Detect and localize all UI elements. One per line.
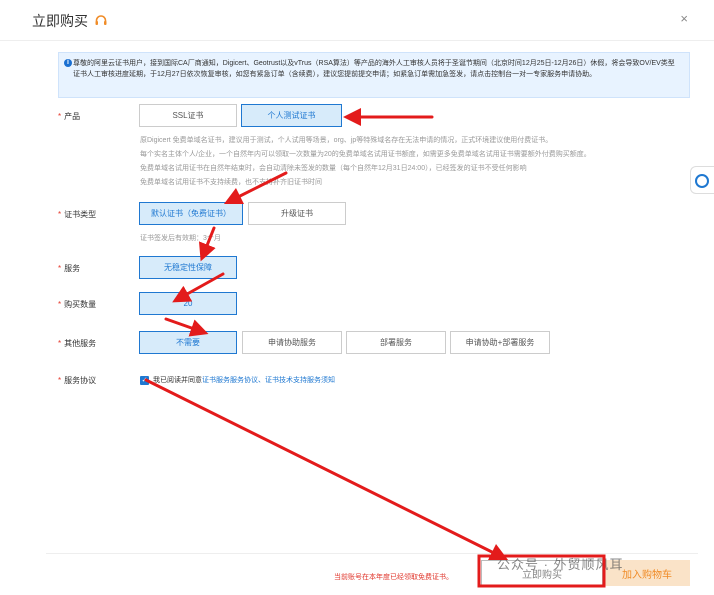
dialog-title: 立即购买 [32,13,88,29]
service-agreement-link[interactable]: 证书服务服务协议 [202,375,258,385]
close-icon[interactable]: × [680,12,688,26]
header-divider [0,40,714,41]
agreement-label: * 服务协议 [58,376,97,385]
agreement-separator: 、 [258,377,265,384]
arrow-to-buy-button [144,378,509,561]
other-services-label: * 其他服务 [58,339,97,348]
quantity-option-20[interactable]: 20 [139,292,237,315]
watermark-text: 公众号 · 外贸顺风耳 [497,557,624,572]
other-service-deploy[interactable]: 部署服务 [346,331,446,354]
agreement-row: ✓ 我已阅读并同意 证书服务服务协议 、 证书技术支持服务须知 [140,375,335,385]
notice-text: 尊敬的阿里云证书用户，接到国际CA厂商通知，Digicert、Geotrust以… [73,60,675,78]
arrow-to-other-none [164,317,209,337]
other-service-assist-deploy[interactable]: 申请协助+部署服务 [450,331,550,354]
headset-icon[interactable] [94,14,108,28]
cert-type-default[interactable]: 默认证书（免费证书） [139,202,243,225]
notice-banner: i 尊敬的阿里云证书用户，接到国际CA厂商通知，Digicert、Geotrus… [58,52,690,98]
purchase-dialog: 立即购买 × i 尊敬的阿里云证书用户，接到国际CA厂商通知，Digicert、… [0,0,714,595]
help-icon [695,174,709,188]
side-help-tab[interactable] [690,166,714,194]
cert-type-label: * 证书类型 [58,210,97,219]
product-option-personal-test[interactable]: 个人测试证书 [241,104,342,127]
product-desc-4: 免费单域名试用证书不支持续费，也不支持补齐旧证书时间 [140,179,322,186]
product-desc-2: 每个实名主体个人/企业，一个自然年内可以领取一次数量为20的免费单域名试用证书额… [140,151,591,158]
product-label: * 产品 [58,112,81,121]
cert-validity-note: 证书签发后有效期：3个月 [140,235,221,242]
other-service-assist[interactable]: 申请协助服务 [242,331,342,354]
other-service-none[interactable]: 不需要 [139,331,237,354]
agreement-checkbox[interactable]: ✓ [140,375,149,385]
service-option-no-sla[interactable]: 无稳定性保障 [139,256,237,279]
support-notice-link[interactable]: 证书技术支持服务须知 [265,375,335,385]
product-desc-3: 免费单域名试用证书在自然年结束时，会自动清除未签发的数量（每个自然年12月31日… [140,165,527,172]
free-cert-warning: 当前账号在本年度已经领取免费证书。 [334,574,453,581]
dialog-header: 立即购买 [32,10,108,32]
product-desc-1: 原Digicert 免费单域名证书，建议用于测试，个人试用等场景，org、jp等… [140,137,553,144]
cert-type-upgrade[interactable]: 升级证书 [248,202,346,225]
quantity-label: * 购买数量 [58,300,97,309]
agreement-prefix: 我已阅读并同意 [153,377,202,384]
info-icon: i [64,59,72,67]
product-option-ssl[interactable]: SSL证书 [139,104,237,127]
service-label: * 服务 [58,264,81,273]
